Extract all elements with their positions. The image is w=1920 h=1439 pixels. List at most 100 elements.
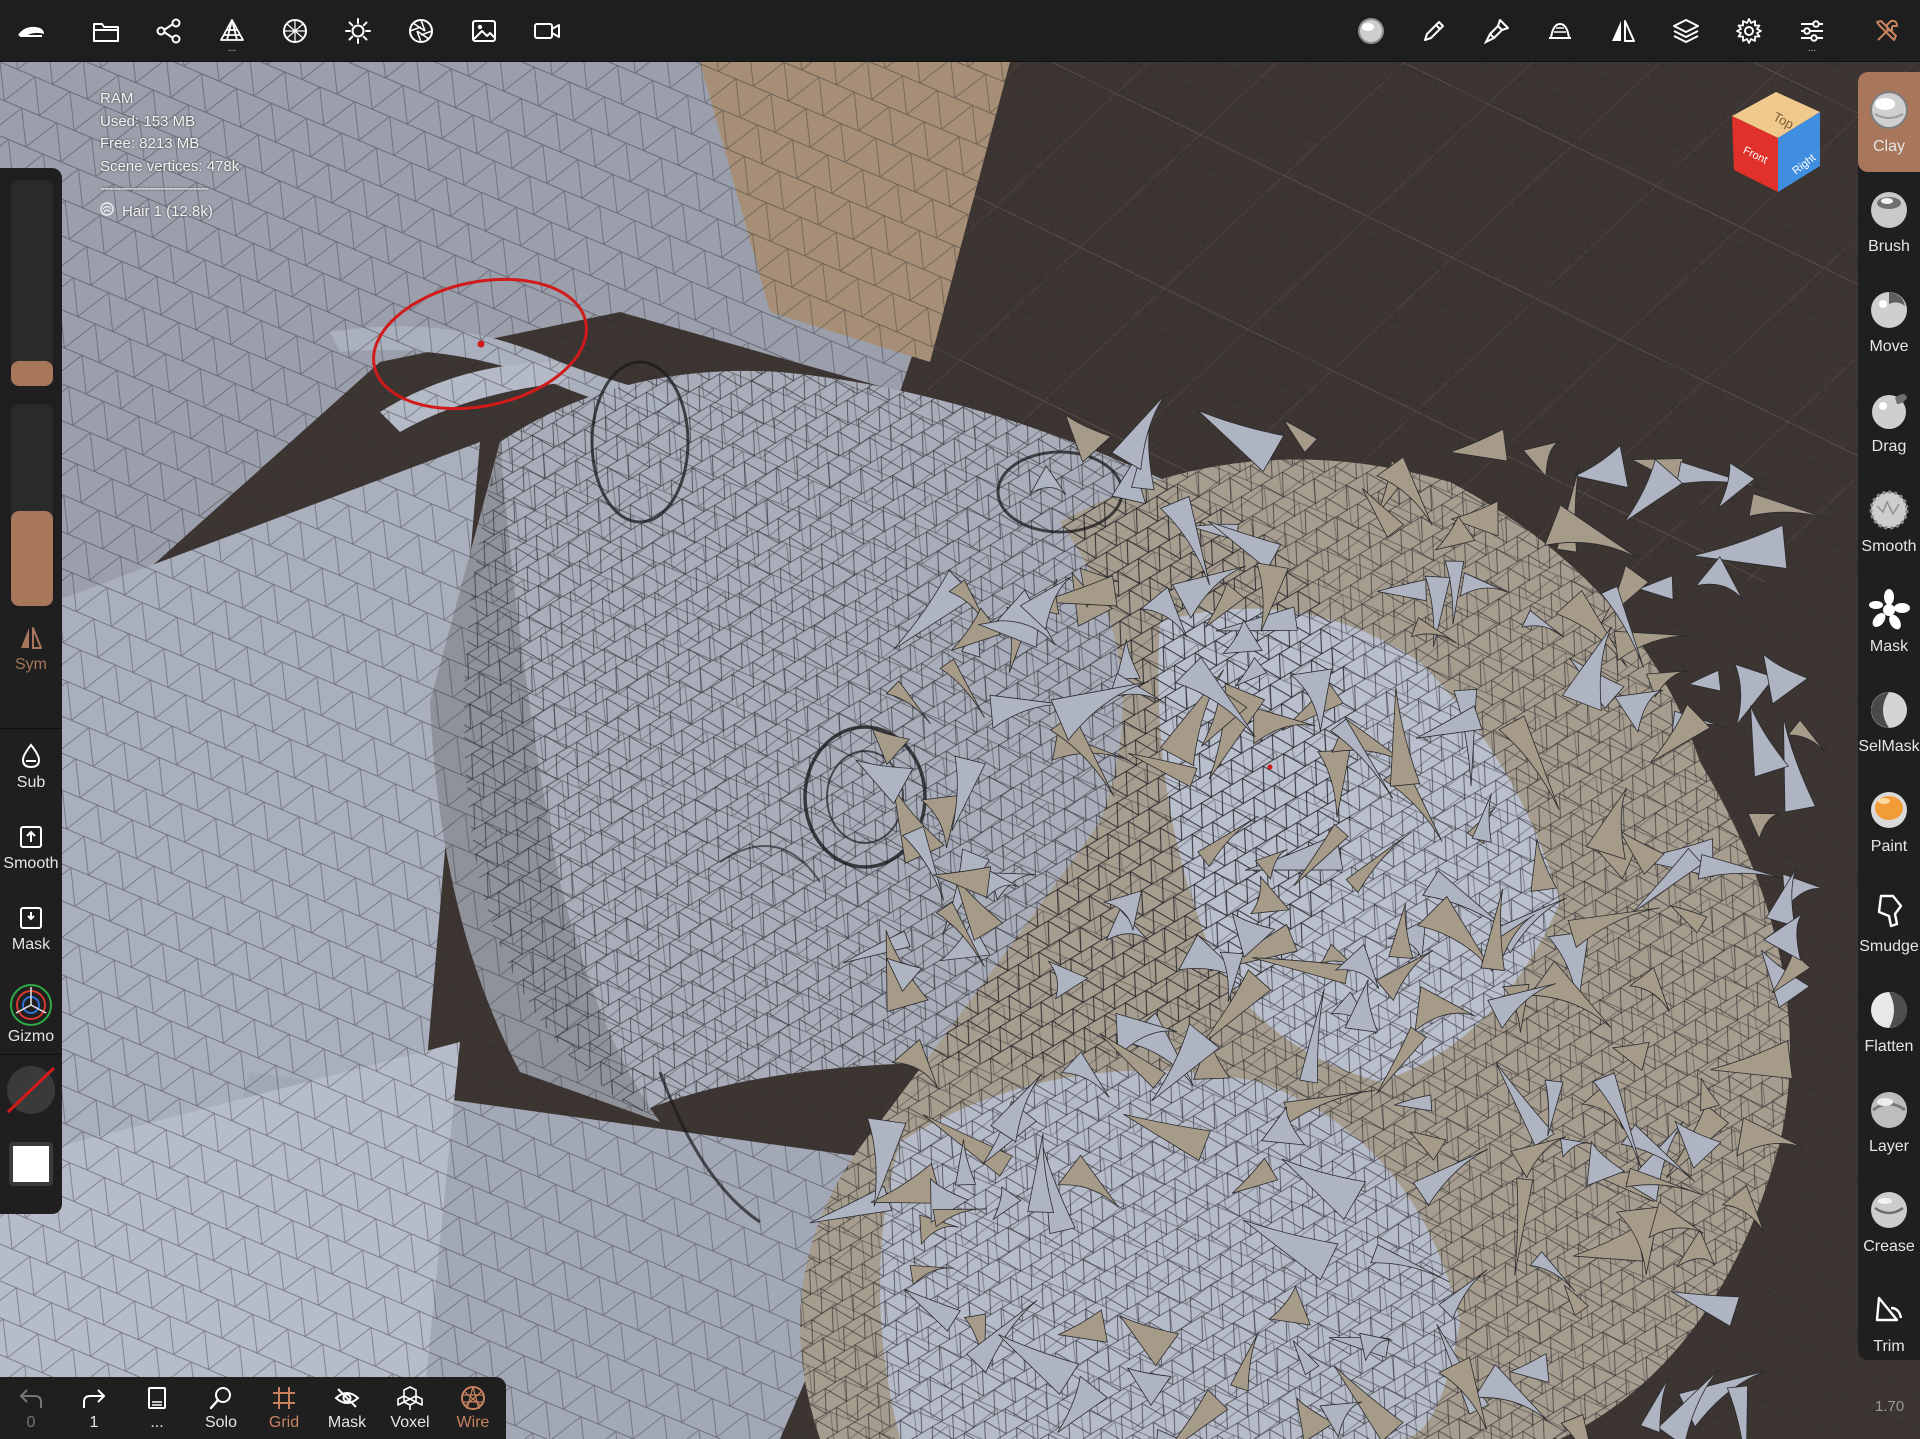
quick-mask-button[interactable]: Mask	[0, 904, 62, 954]
tool-label: Flatten	[1864, 1038, 1914, 1055]
mask-visibility-label: Mask	[327, 1414, 367, 1431]
drop-icon	[21, 743, 41, 769]
memory-stats: RAM Used: 153 MB Free: 8213 MB Scene ver…	[100, 88, 239, 223]
eye-off-icon	[334, 1388, 360, 1408]
tool-smooth[interactable]: Smooth	[1858, 472, 1920, 572]
lighting-button[interactable]	[333, 6, 383, 56]
symmetry-button[interactable]	[1598, 6, 1648, 56]
intensity-slider-fill	[11, 511, 53, 606]
color-swatch-button[interactable]	[0, 1140, 62, 1188]
voxel-button[interactable]: Voxel	[379, 1377, 441, 1439]
tool-flatten[interactable]: Flatten	[1858, 972, 1920, 1072]
tool-trim[interactable]: Trim	[1858, 1272, 1920, 1372]
tool-label: Clay	[1872, 138, 1905, 155]
grid-label: Grid	[268, 1414, 300, 1431]
tool-label: Crease	[1863, 1238, 1915, 1255]
tool-move[interactable]: Move	[1858, 272, 1920, 372]
material-button[interactable]	[270, 6, 320, 56]
tool-selmask[interactable]: SelMask	[1858, 672, 1920, 772]
crease-tool-icon	[1871, 1192, 1907, 1228]
symmetry-icon	[21, 627, 42, 649]
bottom-toolbar: 0 1 ... Solo Grid Mask Voxel Wire	[0, 1377, 506, 1439]
layers-button[interactable]	[1661, 6, 1711, 56]
tool-drag[interactable]: Drag	[1858, 372, 1920, 472]
color-swatch-icon	[9, 1142, 53, 1186]
solo-label: Solo	[204, 1414, 238, 1431]
sculpt-viewport[interactable]	[0, 62, 1920, 1439]
undo-icon	[19, 1389, 42, 1408]
zoom-readout: 1.70	[1875, 1398, 1905, 1415]
tool-smudge[interactable]: Smudge	[1858, 872, 1920, 972]
mesh-render[interactable]	[0, 62, 1920, 1439]
grid-toggle[interactable]: Grid	[253, 1377, 315, 1439]
sub-toggle[interactable]: Sub	[0, 742, 62, 792]
quick-mask-label: Mask	[11, 936, 51, 953]
wireframe-toggle[interactable]: Wire	[442, 1377, 504, 1439]
drag-tool-icon	[1872, 394, 1907, 429]
stats-separator: ---------------------------	[100, 180, 209, 197]
smooth-tool-icon	[1869, 490, 1909, 530]
material-preset-button[interactable]	[0, 1062, 62, 1118]
tool-layer[interactable]: Layer	[1858, 1072, 1920, 1172]
mask-box-icon	[20, 907, 42, 929]
tool-label: Move	[1869, 338, 1909, 355]
app-menu-button[interactable]	[6, 6, 56, 56]
background-button[interactable]	[459, 6, 509, 56]
interface-button[interactable]: ...	[1787, 6, 1837, 56]
camera-button[interactable]	[396, 6, 446, 56]
material-sphere-icon	[283, 19, 307, 43]
layer-tool-icon	[1871, 1092, 1907, 1128]
ram-used: Used: 153 MB	[100, 112, 196, 130]
intensity-slider[interactable]	[11, 404, 53, 606]
mask-visibility-toggle[interactable]: Mask	[316, 1377, 378, 1439]
tool-crease[interactable]: Crease	[1858, 1172, 1920, 1272]
settings-button[interactable]	[1724, 6, 1774, 56]
layers-icon	[1673, 19, 1699, 43]
paint-tool-icon	[1871, 792, 1907, 828]
view-cube[interactable]: Top Front Right	[1728, 92, 1824, 194]
sym-toggle[interactable]: Sym	[0, 624, 62, 674]
solo-button[interactable]: Solo	[190, 1377, 252, 1439]
upload-box-icon	[20, 826, 42, 848]
scene-graph-icon	[156, 18, 181, 44]
quick-smooth-button[interactable]: Smooth	[0, 823, 62, 873]
selected-mesh-row[interactable]: Hair 1 (12.8k)	[100, 201, 239, 224]
image-icon	[472, 20, 496, 42]
selmask-tool-icon	[1871, 692, 1907, 728]
tool-mask[interactable]: Mask	[1858, 572, 1920, 672]
topology-button[interactable]: ...	[207, 6, 257, 56]
ram-label: RAM	[100, 90, 134, 107]
tool-label: Layer	[1868, 1138, 1910, 1155]
top-toolbar: ... ...	[0, 0, 1920, 62]
tool-panel: Clay Brush Move Drag Smooth Mask SelMask Paint S…	[1858, 72, 1920, 1360]
record-button[interactable]	[522, 6, 572, 56]
paint-brush-icon	[1483, 19, 1509, 45]
scene-vertices: Scene vertices: 478k	[100, 157, 240, 175]
brush-tool-icon	[1871, 192, 1907, 228]
gizmo-button[interactable]: Gizmo	[0, 982, 62, 1046]
pen-icon	[1424, 21, 1444, 41]
tool-label: Smudge	[1859, 938, 1919, 955]
scene-button[interactable]	[144, 6, 194, 56]
undo-button[interactable]: 0	[0, 1377, 62, 1439]
radius-slider[interactable]	[11, 180, 53, 386]
tools-panel-toggle[interactable]	[1862, 6, 1912, 56]
sub-label: Sub	[16, 774, 46, 791]
tool-brush[interactable]: Brush	[1858, 172, 1920, 272]
voxel-label: Voxel	[390, 1414, 430, 1431]
redo-button[interactable]: 1	[63, 1377, 125, 1439]
tool-clay[interactable]: Clay	[1858, 72, 1920, 172]
active-tool-button[interactable]	[1346, 6, 1396, 56]
stroke-button[interactable]	[1409, 6, 1459, 56]
aperture-icon	[409, 19, 433, 43]
files-button[interactable]	[81, 6, 131, 56]
no-material-icon	[6, 1066, 56, 1114]
tool-paint[interactable]: Paint	[1858, 772, 1920, 872]
nomad-logo-icon	[18, 26, 44, 37]
magnifier-icon	[209, 1387, 231, 1410]
falloff-button[interactable]	[1535, 6, 1585, 56]
painting-button[interactable]	[1472, 6, 1522, 56]
history-button[interactable]: ...	[126, 1377, 188, 1439]
gizmo-label: Gizmo	[7, 1028, 55, 1045]
clay-sphere-icon	[1358, 18, 1384, 44]
